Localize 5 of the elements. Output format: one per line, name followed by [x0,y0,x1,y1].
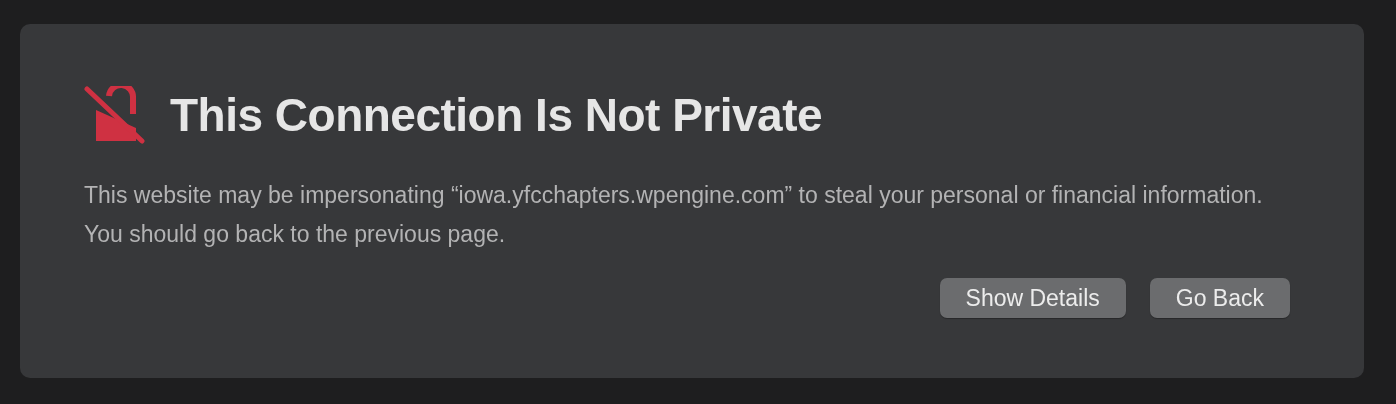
back-button[interactable]: Go Back [1149,278,1290,318]
warning-message: This website may be impersonating “iowa.yfcchapters.wpengine.com” to steal your personal or financial information. You should go back to the previous page. [84,181,1264,249]
details-button[interactable]: Show Details [939,278,1126,318]
broken-lock-icon [84,86,146,144]
dialog-title: This Connection Is Not Private [170,89,823,141]
